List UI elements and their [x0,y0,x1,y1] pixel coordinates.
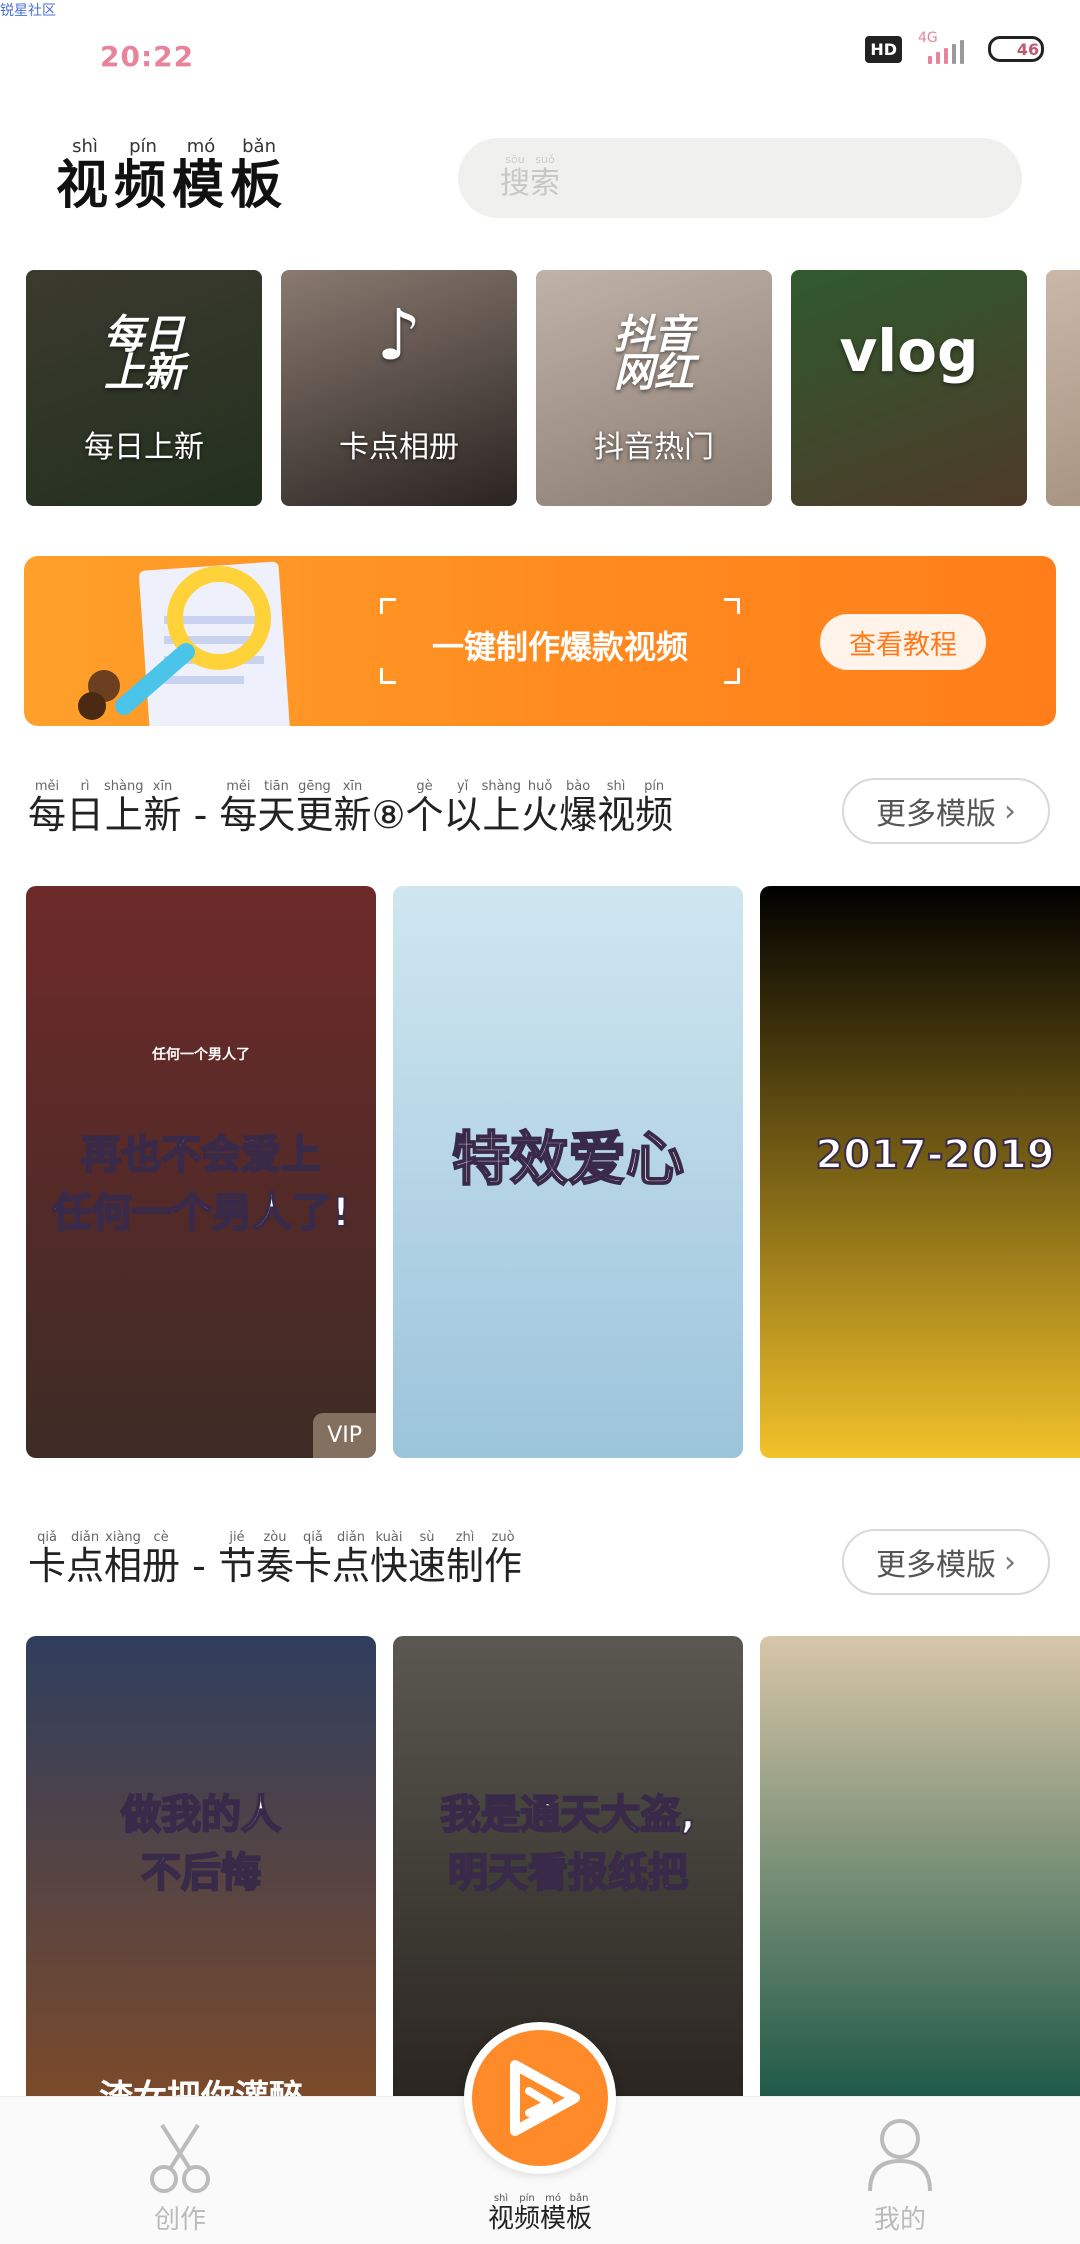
category-label: 卡点相册 [339,430,459,465]
category-tile[interactable]: 每日 上新 每日上新 [26,270,262,506]
vip-badge: VIP [313,1413,376,1458]
section-char: 每měi [219,779,258,837]
hd-badge: HD [865,35,902,63]
category-emblem: 每日 上新 [104,312,184,396]
template-subtitle: 渣女把你灌醉 [26,2070,376,2096]
title-char: 板bǎn [230,136,289,216]
section-char: 奏zòu [255,1530,294,1588]
signal-icon: 4G [916,30,974,66]
nav-mine-label: 我的 [873,2205,926,2235]
status-time: 20:22 [100,40,195,73]
section-char: 更gēng [295,779,334,837]
search-char: 搜sōu [500,153,530,201]
section-char: 快kuài [370,1530,409,1588]
section-char: 上shàng [104,779,144,837]
section-char: 点diǎn [66,1530,105,1588]
section-sep: - [181,793,220,837]
section-char: 火huǒ [521,779,560,837]
scissors-icon [150,2123,210,2193]
battery-level: 46 [1016,39,1040,59]
magnifier-illustration [78,561,290,726]
template-subtitle: 任何一个男人了 [152,1047,250,1063]
create-fab-button[interactable] [464,2022,616,2174]
nav-create[interactable]: 创作 [80,2097,280,2244]
play-logo-icon [510,2060,580,2136]
title-char: 视shì [56,136,115,216]
section-char: 点diǎn [331,1530,370,1588]
nav-char: 板bǎn [566,2193,593,2234]
battery-icon: 46 [988,36,1044,62]
category-tile[interactable]: ♪ 卡点相册 [281,270,517,506]
more-templates-label: 更多模版 [876,1548,996,1583]
template-caption: 特效爱心 [451,1125,685,1193]
section-char: 天tiān [257,779,296,837]
status-icons: HD 4G 46 [865,30,1044,66]
template-card[interactable]: 2017-2019 [760,886,1080,1458]
nav-char: 视shì [487,2193,514,2234]
banner-slogan: 一键制作爆款视频 [431,628,688,666]
section-char: 制zhì [446,1530,485,1588]
template-caption: 再也不会爱上 任何一个男人了! [51,1131,351,1237]
section-char: 以yǐ [443,779,482,837]
section-title-beat-album: 卡qiǎ点diǎn相xiàng册cè - 节jié奏zòu卡qiǎ点diǎn快k… [28,1530,523,1590]
section-char: 新xīn [333,779,372,837]
section-char: 作zuò [484,1530,523,1588]
section-char: 每měi [28,779,67,837]
chevron-right-icon: › [1004,1544,1016,1580]
section-char: 频pín [635,779,674,837]
search-char: 索suǒ [530,153,560,201]
category-emblem: vlog [839,317,979,385]
template-card[interactable] [760,1636,1080,2096]
title-char: 模mó [172,136,231,216]
watermark-text: 锐星社区 [0,3,56,19]
nav-char: 频pín [513,2193,540,2234]
section-char: 节jié [217,1530,256,1588]
template-card[interactable]: 特效爱心 [393,886,743,1458]
section-char: 视shì [597,779,636,837]
category-tile[interactable]: vlog [791,270,1027,506]
section-sep: ⑧ [371,793,406,837]
section-sep: - [180,1544,218,1588]
section-char: 卡qiǎ [293,1530,332,1588]
person-icon [868,2119,932,2192]
section-char: 册cè [142,1530,181,1588]
section-char: 新xīn [143,779,182,837]
chevron-right-icon: › [1004,793,1016,829]
section-char: 速sù [408,1530,447,1588]
section-title-daily: 每měi日rì上shàng新xīn - 每měi天tiān更gēng新xīn⑧个… [28,779,674,839]
section-char: 日rì [66,779,105,837]
page-title: 视shì频pín模mó板bǎn [56,136,289,218]
music-note-icon: ♪ [376,294,422,376]
section-char: 个gè [405,779,444,837]
more-templates-button-daily[interactable]: 更多模版 › [842,778,1050,844]
section-char: 上shàng [481,779,522,837]
category-label: 每日上新 [84,430,204,465]
nav-templates-label: 视shì频pín模mó板bǎn [440,2193,640,2235]
view-tutorial-button[interactable]: 查看教程 [820,614,986,670]
template-caption: 我是通天大盗, 明天看报纸把 [439,1791,696,1897]
category-tile[interactable] [1046,270,1080,506]
template-card[interactable]: 做我的人 不后悔渣女把你灌醉 [26,1636,376,2096]
nav-create-label: 创作 [153,2205,206,2235]
template-caption: 做我的人 不后悔 [120,1791,282,1897]
section-char: 爆bào [559,779,598,837]
category-emblem: 抖音 网红 [614,312,694,396]
category-label: 抖音热门 [594,430,714,465]
section-char: 相xiàng [104,1530,143,1588]
category-tile[interactable]: 抖音 网红 抖音热门 [536,270,772,506]
search-input[interactable]: 搜sōu索suǒ [458,138,1022,218]
section-char: 卡qiǎ [28,1530,67,1588]
tutorial-banner[interactable]: 一键制作爆款视频 查看教程 [24,556,1056,726]
slogan-frame: 一键制作爆款视频 [380,598,740,684]
nav-char: 模mó [540,2193,567,2234]
search-placeholder: 搜sōu索suǒ [500,153,560,202]
network-type: 4G [918,30,938,46]
template-card[interactable]: 再也不会爱上 任何一个男人了! 任何一个男人了 VIP [26,886,376,1458]
nav-mine[interactable]: 我的 [800,2097,1000,2244]
category-row[interactable]: 每日 上新每日上新 ♪ 卡点相册 抖音 网红抖音热门 vlog [26,270,1080,506]
template-caption: 2017-2019 [814,1131,1055,1179]
more-templates-label: 更多模版 [876,797,996,832]
title-char: 频pín [114,136,173,216]
more-templates-button-beat[interactable]: 更多模版 › [842,1529,1050,1595]
